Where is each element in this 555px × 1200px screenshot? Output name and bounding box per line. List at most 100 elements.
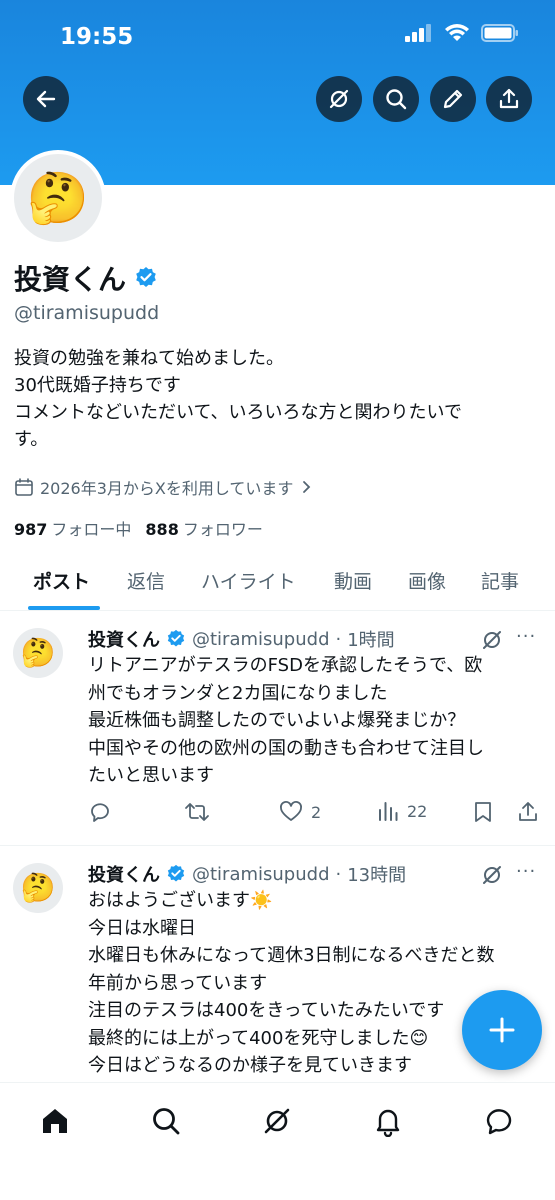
chat-bubble-icon [486, 1109, 512, 1135]
grok-icon[interactable] [480, 863, 504, 887]
dot-separator: · [335, 863, 342, 885]
post-text: リトアニアがテスラのFSDを承認したそうで、欧 州でもオランダと2カ国になりまし… [88, 652, 543, 790]
share-button[interactable] [486, 76, 532, 122]
battery-icon [481, 24, 518, 42]
bottom-navigation [0, 1082, 555, 1200]
more-options-icon[interactable]: ··· [516, 861, 536, 882]
following-label: フォロー中 [51, 520, 132, 539]
post-text-line: 今日は水曜日 [88, 917, 196, 939]
thinking-face-icon: 🤔 [20, 871, 56, 904]
calendar-icon [15, 478, 33, 496]
verified-badge-icon [167, 629, 185, 647]
bio-line: 投資の勉強を兼ねて始めました。 [14, 348, 284, 369]
profile-tabs: ポスト 返信 ハイライト 動画 画像 記事 [0, 555, 555, 611]
edit-button[interactable] [430, 76, 476, 122]
profile-bio: 投資の勉強を兼ねて始めました。 30代既婚子持ちです コメントなどいただいて、い… [14, 345, 544, 453]
post-header: 投資くん @tiramisupudd · 1時間 [88, 626, 395, 652]
post[interactable]: 🤔 投資くん @tiramisupudd · 1時間 ··· リトアニアがテスラ… [0, 612, 555, 846]
repost-icon [185, 803, 209, 821]
grok-icon [329, 89, 349, 109]
like-count: 2 [311, 802, 322, 822]
arrow-left-icon [36, 90, 56, 108]
bell-icon [376, 1109, 400, 1137]
tab-videos[interactable]: 動画 [334, 567, 372, 594]
tab-articles[interactable]: 記事 [481, 567, 519, 594]
dot-separator: · [335, 628, 342, 650]
tab-highlights[interactable]: ハイライト [201, 567, 296, 594]
post-text-line: 中国やその他の欧州の国の動きも合わせて注目し [88, 737, 484, 759]
post-text-line: おはようございます☀️ [88, 890, 273, 911]
profile-name: 投資くん [14, 258, 158, 298]
followers-count: 888 [145, 520, 179, 539]
reply-button[interactable] [88, 800, 112, 824]
tab-images[interactable]: 画像 [408, 567, 446, 594]
active-tab-indicator [28, 606, 100, 610]
compose-post-button[interactable] [462, 990, 542, 1070]
repost-button[interactable] [184, 800, 210, 824]
profile-avatar[interactable]: 🤔 [10, 150, 106, 246]
joined-text: 2026年3月からXを利用しています [40, 479, 294, 498]
search-icon [153, 1108, 180, 1135]
status-icons [405, 24, 519, 42]
nav-home[interactable] [35, 1101, 75, 1141]
views-count: 22 [407, 801, 428, 821]
nav-search[interactable] [146, 1101, 186, 1141]
tab-posts[interactable]: ポスト [33, 567, 90, 594]
nav-messages[interactable] [479, 1101, 519, 1141]
bookmark-icon [475, 802, 491, 822]
post-author-handle[interactable]: @tiramisupudd [192, 864, 330, 885]
verified-badge-icon [136, 267, 156, 287]
views-button[interactable]: 22 [377, 800, 427, 822]
joined-date[interactable]: 2026年3月からXを利用しています [14, 475, 313, 499]
share-icon [519, 802, 537, 821]
post-header: 投資くん @tiramisupudd · 13時間 [88, 861, 406, 887]
post-text-line: 水曜日も休みになって週休3日制になるべきだと数 [88, 945, 495, 966]
post-text-line: 最近株価も調整したのでいよいよ爆発まじか？ [88, 710, 466, 731]
bio-line: 30代既婚子持ちです [14, 375, 181, 396]
pencil-icon [443, 89, 463, 109]
post-time[interactable]: 13時間 [347, 861, 406, 887]
search-icon [386, 89, 407, 110]
follow-stats: 987 フォロー中 888 フォロワー [14, 516, 263, 540]
home-icon [43, 1109, 67, 1133]
back-button[interactable] [23, 76, 69, 122]
post-time[interactable]: 1時間 [347, 626, 394, 652]
views-chart-icon [379, 802, 398, 821]
post-share-button[interactable] [516, 800, 540, 824]
thinking-face-icon: 🤔 [26, 169, 90, 227]
heart-icon [280, 801, 302, 821]
profile-handle: @tiramisupudd [14, 302, 160, 324]
nav-notifications[interactable] [368, 1101, 408, 1141]
profile-name-text: 投資くん [14, 263, 127, 296]
bookmark-button[interactable] [472, 800, 494, 824]
post-actions: 2 22 [88, 800, 543, 828]
post-avatar[interactable]: 🤔 [13, 628, 63, 678]
grok-icon [264, 1108, 290, 1134]
search-button[interactable] [373, 76, 419, 122]
bio-line: す。 [14, 429, 49, 450]
grok-icon[interactable] [480, 628, 504, 652]
followers-link[interactable]: 888 フォロワー [145, 516, 262, 540]
followers-label: フォロワー [182, 520, 263, 539]
post-author-name[interactable]: 投資くん [88, 861, 160, 887]
plus-icon [489, 1017, 515, 1043]
post-avatar[interactable]: 🤔 [13, 863, 63, 913]
post-text-line: たいと思います [88, 765, 214, 786]
nav-grok[interactable] [257, 1101, 297, 1141]
status-time: 19:55 [60, 24, 134, 50]
wifi-icon [445, 24, 469, 41]
post-text-line: 年前から思っています [88, 972, 268, 994]
post-text-line: リトアニアがテスラのFSDを承認したそうで、欧 [88, 655, 483, 676]
grok-button[interactable] [316, 76, 362, 122]
tab-replies[interactable]: 返信 [127, 567, 165, 594]
chevron-right-icon [303, 481, 311, 493]
following-link[interactable]: 987 フォロー中 [14, 516, 131, 540]
reply-icon [91, 803, 109, 822]
signal-icon [405, 24, 431, 42]
post-author-handle[interactable]: @tiramisupudd [192, 629, 330, 650]
post-author-name[interactable]: 投資くん [88, 626, 160, 652]
like-button[interactable]: 2 [279, 800, 321, 824]
share-icon [499, 88, 519, 109]
more-options-icon[interactable]: ··· [516, 626, 536, 647]
thinking-face-icon: 🤔 [20, 636, 56, 669]
